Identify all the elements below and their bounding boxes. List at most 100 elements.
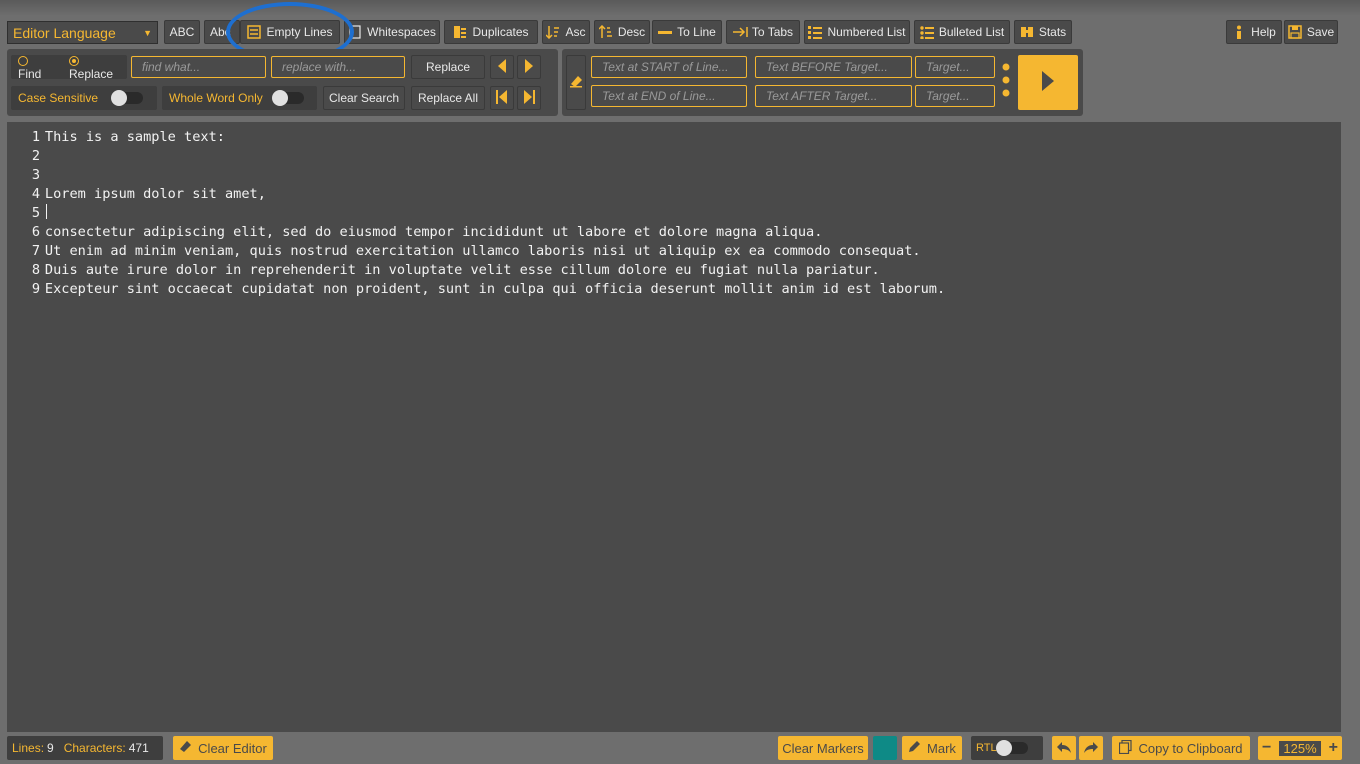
undo-button[interactable] <box>1052 736 1076 760</box>
before-target-input[interactable]: Text BEFORE Target... <box>755 56 912 78</box>
marker-button[interactable] <box>566 55 586 110</box>
empty-lines-button[interactable]: Empty Lines <box>240 20 340 44</box>
help-button[interactable]: Help <box>1226 20 1282 44</box>
editor-language-select[interactable]: Editor Language ▼ <box>7 21 158 44</box>
clear-markers-button[interactable]: Clear Markers <box>778 736 868 760</box>
sort-asc-label: Asc <box>565 25 586 39</box>
more-options-icon[interactable] <box>1001 62 1011 100</box>
to-tabs-label: To Tabs <box>751 25 794 39</box>
sort-desc-button[interactable]: Desc <box>594 20 650 44</box>
whole-word-label: Whole Word Only <box>169 91 263 105</box>
next-match-button[interactable] <box>517 55 541 79</box>
line-number: 4 <box>31 186 40 202</box>
case-sensitive-switch[interactable] <box>111 90 143 106</box>
before-target-placeholder: Text BEFORE Target... <box>766 60 888 74</box>
line-number: 6 <box>31 224 40 240</box>
line-number: 8 <box>31 262 40 278</box>
sort-asc-icon <box>545 25 560 40</box>
bulleted-list-icon <box>920 25 934 40</box>
floppy-disk-icon <box>1288 25 1302 39</box>
line-number: 3 <box>31 167 40 183</box>
zoom-in-icon[interactable]: + <box>1329 739 1338 757</box>
find-radio[interactable]: Find <box>18 53 56 81</box>
line-text: Duis aute irure dolor in reprehenderit i… <box>44 262 880 278</box>
clear-search-label: Clear Search <box>328 91 400 105</box>
whole-word-toggle[interactable]: Whole Word Only <box>162 86 317 110</box>
clear-search-button[interactable]: Clear Search <box>323 86 405 110</box>
duplicates-button[interactable]: Duplicates <box>444 20 538 44</box>
sort-asc-button[interactable]: Asc <box>542 20 590 44</box>
to-line-button[interactable]: To Line <box>652 20 722 44</box>
editor-line: 4 Lorem ipsum dolor sit amet, <box>7 185 1341 204</box>
rtl-label: RTL <box>976 742 997 754</box>
to-line-icon <box>658 25 673 39</box>
whitespaces-label: Whitespaces <box>367 25 436 39</box>
line-text: Ut enim ad minim veniam, quis nostrud ex… <box>44 243 921 259</box>
editor-line: 1 This is a sample text: <box>7 128 1341 147</box>
numbered-list-button[interactable]: Numbered List <box>804 20 910 44</box>
line-text: consectetur adipiscing elit, sed do eius… <box>44 224 823 240</box>
duplicates-label: Duplicates <box>472 25 529 39</box>
after-target-input[interactable]: Text AFTER Target... <box>755 85 912 107</box>
find-input[interactable]: find what... <box>131 56 266 78</box>
titlecase-label: Abc <box>210 25 231 39</box>
case-sensitive-toggle[interactable]: Case Sensitive <box>11 86 157 110</box>
replace-all-label: Replace All <box>417 91 479 105</box>
replace-all-button[interactable]: Replace All <box>411 86 485 110</box>
copy-to-clipboard-label: Copy to Clipboard <box>1138 740 1243 756</box>
line-number: 7 <box>31 243 40 259</box>
redo-button[interactable] <box>1079 736 1103 760</box>
first-match-button[interactable] <box>490 86 514 110</box>
previous-match-button[interactable] <box>490 55 514 79</box>
empty-lines-icon <box>247 25 262 39</box>
clear-editor-button[interactable]: Clear Editor <box>173 736 273 760</box>
find-replace-mode: Find Replace <box>11 53 127 81</box>
undo-icon <box>1056 740 1072 757</box>
lines-count-value: 9 <box>47 741 54 755</box>
target-placeholder-top: Target... <box>926 60 970 74</box>
zoom-level: 125% <box>1279 740 1321 756</box>
line-text <box>40 147 45 166</box>
editor-line: 7 Ut enim ad minim veniam, quis nostrud e… <box>7 242 1341 261</box>
last-match-button[interactable] <box>517 86 541 110</box>
tab-arrow-icon <box>732 25 748 39</box>
numbered-list-label: Numbered List <box>827 25 906 39</box>
skip-to-first-icon <box>496 89 508 107</box>
end-of-line-input[interactable]: Text at END of Line... <box>591 85 747 107</box>
editor-line: 5 <box>7 204 1341 223</box>
marker-color-swatch[interactable] <box>873 736 897 760</box>
uppercase-label: ABC <box>169 25 195 39</box>
start-of-line-placeholder: Text at START of Line... <box>602 60 729 74</box>
rtl-toggle[interactable]: RTL <box>971 736 1043 760</box>
whole-word-switch[interactable] <box>272 90 304 106</box>
text-editor[interactable]: 1 This is a sample text: 2 3 4 Lorem ipsum… <box>7 122 1341 732</box>
sort-desc-label: Desc <box>617 25 646 39</box>
titlecase-button[interactable]: Abc <box>204 20 240 44</box>
target-input-bottom[interactable]: Target... <box>915 85 995 107</box>
to-tabs-button[interactable]: To Tabs <box>726 20 800 44</box>
binoculars-icon <box>1020 25 1034 39</box>
target-input-top[interactable]: Target... <box>915 56 995 78</box>
whitespaces-button[interactable]: Whitespaces <box>344 20 440 44</box>
save-button[interactable]: Save <box>1284 20 1338 44</box>
copy-to-clipboard-button[interactable]: Copy to Clipboard <box>1112 736 1250 760</box>
replace-input[interactable]: replace with... <box>271 56 405 78</box>
replace-radio-label: Replace <box>69 67 114 81</box>
bulleted-list-button[interactable]: Bulleted List <box>914 20 1010 44</box>
replace-radio[interactable]: Replace <box>69 53 127 81</box>
find-placeholder: find what... <box>142 60 201 74</box>
uppercase-button[interactable]: ABC <box>164 20 200 44</box>
mark-button[interactable]: Mark <box>902 736 962 760</box>
replace-placeholder: replace with... <box>282 60 357 74</box>
line-text: This is a sample text: <box>44 129 225 145</box>
editor-line: 2 <box>7 147 1341 166</box>
clear-editor-label: Clear Editor <box>198 740 267 756</box>
stats-button[interactable]: Stats <box>1014 20 1072 44</box>
zoom-out-icon[interactable]: − <box>1262 739 1271 757</box>
start-of-line-input[interactable]: Text at START of Line... <box>591 56 747 78</box>
run-insert-button[interactable] <box>1018 55 1078 110</box>
help-label: Help <box>1251 25 1276 39</box>
replace-button[interactable]: Replace <box>411 55 485 79</box>
rtl-switch[interactable] <box>996 740 1028 756</box>
triangle-left-icon <box>497 58 507 76</box>
